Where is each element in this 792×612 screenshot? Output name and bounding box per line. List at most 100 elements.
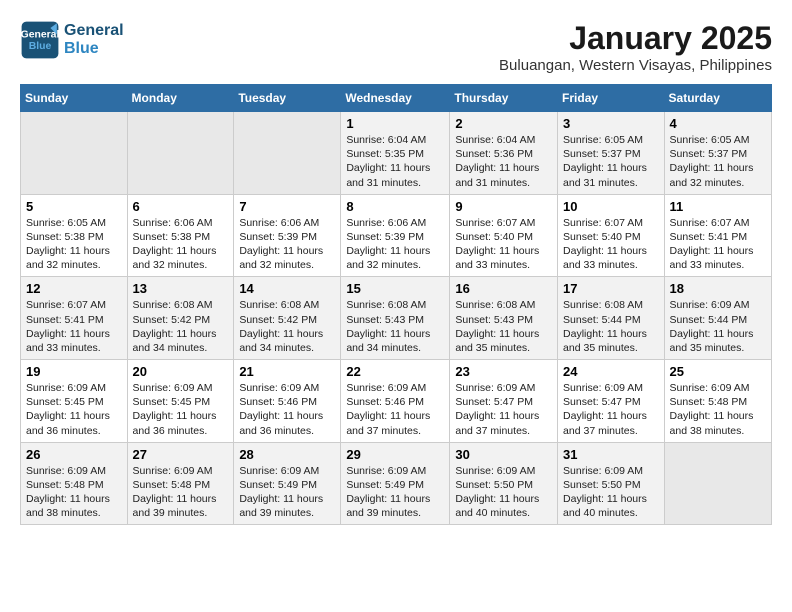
header-saturday: Saturday	[664, 85, 771, 112]
calendar-cell: 11Sunrise: 6:07 AMSunset: 5:41 PMDayligh…	[664, 194, 771, 277]
week-row-4: 19 Sunrise: 6:09 AMSunset: 5:45 PMDayligh…	[21, 360, 772, 443]
day-info: Sunrise: 6:09 AMSunset: 5:46 PMDaylight:…	[346, 381, 444, 438]
day-number: 26	[26, 447, 122, 462]
calendar-cell: 21 Sunrise: 6:09 AMSunset: 5:46 PMDayligh…	[234, 360, 341, 443]
day-number: 21	[239, 364, 335, 379]
calendar-cell: 12 Sunrise: 6:07 AMSunset: 5:41 PMDayligh…	[21, 277, 128, 360]
day-info: Sunrise: 6:09 AMSunset: 5:45 PMDaylight:…	[26, 381, 122, 438]
calendar-cell: 25 Sunrise: 6:09 AMSunset: 5:48 PMDayligh…	[664, 360, 771, 443]
calendar-cell: 27 Sunrise: 6:09 AMSunset: 5:48 PMDayligh…	[127, 442, 234, 525]
day-info: Sunrise: 6:09 AMSunset: 5:49 PMDaylight:…	[239, 464, 335, 521]
day-info: Sunrise: 6:09 AMSunset: 5:46 PMDaylight:…	[239, 381, 335, 438]
day-info: Sunrise: 6:09 AMSunset: 5:48 PMDaylight:…	[26, 464, 122, 521]
day-number: 1	[346, 116, 444, 131]
day-number: 4	[670, 116, 766, 131]
day-number: 25	[670, 364, 766, 379]
calendar-cell: 8Sunrise: 6:06 AMSunset: 5:39 PMDaylight…	[341, 194, 450, 277]
day-info: Sunrise: 6:09 AMSunset: 5:47 PMDaylight:…	[563, 381, 659, 438]
day-info: Sunrise: 6:09 AMSunset: 5:50 PMDaylight:…	[563, 464, 659, 521]
day-info: Sunrise: 6:05 AMSunset: 5:38 PMDaylight:…	[26, 216, 122, 273]
page-header: General Blue General Blue January 2025 B…	[20, 20, 772, 74]
week-row-1: 1 Sunrise: 6:04 AMSunset: 5:35 PMDaylight…	[21, 112, 772, 195]
day-number: 29	[346, 447, 444, 462]
day-number: 5	[26, 199, 122, 214]
day-info: Sunrise: 6:08 AMSunset: 5:42 PMDaylight:…	[239, 298, 335, 355]
calendar-header-row: SundayMondayTuesdayWednesdayThursdayFrid…	[21, 85, 772, 112]
day-info: Sunrise: 6:08 AMSunset: 5:43 PMDaylight:…	[346, 298, 444, 355]
day-info: Sunrise: 6:07 AMSunset: 5:41 PMDaylight:…	[26, 298, 122, 355]
header-sunday: Sunday	[21, 85, 128, 112]
svg-text:Blue: Blue	[29, 41, 52, 52]
day-info: Sunrise: 6:05 AMSunset: 5:37 PMDaylight:…	[563, 133, 659, 190]
calendar-cell	[21, 112, 128, 195]
header-monday: Monday	[127, 85, 234, 112]
week-row-3: 12 Sunrise: 6:07 AMSunset: 5:41 PMDayligh…	[21, 277, 772, 360]
calendar-cell: 17 Sunrise: 6:08 AMSunset: 5:44 PMDayligh…	[558, 277, 665, 360]
day-info: Sunrise: 6:05 AMSunset: 5:37 PMDaylight:…	[670, 133, 766, 190]
day-info: Sunrise: 6:09 AMSunset: 5:44 PMDaylight:…	[670, 298, 766, 355]
header-tuesday: Tuesday	[234, 85, 341, 112]
day-number: 27	[133, 447, 229, 462]
day-number: 23	[455, 364, 552, 379]
day-number: 14	[239, 281, 335, 296]
day-number: 16	[455, 281, 552, 296]
day-info: Sunrise: 6:09 AMSunset: 5:48 PMDaylight:…	[670, 381, 766, 438]
day-number: 2	[455, 116, 552, 131]
header-thursday: Thursday	[450, 85, 558, 112]
day-number: 28	[239, 447, 335, 462]
day-info: Sunrise: 6:06 AMSunset: 5:38 PMDaylight:…	[133, 216, 229, 273]
calendar-cell: 7 Sunrise: 6:06 AMSunset: 5:39 PMDaylight…	[234, 194, 341, 277]
page-subtitle: Buluangan, Western Visayas, Philippines	[499, 57, 772, 74]
calendar-cell: 15 Sunrise: 6:08 AMSunset: 5:43 PMDayligh…	[341, 277, 450, 360]
calendar-cell: 22Sunrise: 6:09 AMSunset: 5:46 PMDayligh…	[341, 360, 450, 443]
day-info: Sunrise: 6:06 AMSunset: 5:39 PMDaylight:…	[239, 216, 335, 273]
calendar-cell: 18 Sunrise: 6:09 AMSunset: 5:44 PMDayligh…	[664, 277, 771, 360]
calendar-cell	[234, 112, 341, 195]
calendar-cell: 31Sunrise: 6:09 AMSunset: 5:50 PMDayligh…	[558, 442, 665, 525]
logo: General Blue General Blue	[20, 20, 124, 60]
calendar-cell: 29 Sunrise: 6:09 AMSunset: 5:49 PMDayligh…	[341, 442, 450, 525]
day-number: 18	[670, 281, 766, 296]
day-number: 7	[239, 199, 335, 214]
day-info: Sunrise: 6:04 AMSunset: 5:36 PMDaylight:…	[455, 133, 552, 190]
day-info: Sunrise: 6:08 AMSunset: 5:43 PMDaylight:…	[455, 298, 552, 355]
calendar-cell: 4 Sunrise: 6:05 AMSunset: 5:37 PMDaylight…	[664, 112, 771, 195]
logo-line2: Blue	[64, 40, 124, 58]
logo-line1: General	[64, 22, 124, 40]
day-info: Sunrise: 6:07 AMSunset: 5:40 PMDaylight:…	[563, 216, 659, 273]
day-info: Sunrise: 6:09 AMSunset: 5:49 PMDaylight:…	[346, 464, 444, 521]
calendar-cell: 13Sunrise: 6:08 AMSunset: 5:42 PMDayligh…	[127, 277, 234, 360]
day-number: 20	[133, 364, 229, 379]
calendar-table: SundayMondayTuesdayWednesdayThursdayFrid…	[20, 84, 772, 525]
day-number: 19	[26, 364, 122, 379]
day-number: 8	[346, 199, 444, 214]
calendar-cell: 23 Sunrise: 6:09 AMSunset: 5:47 PMDayligh…	[450, 360, 558, 443]
calendar-cell: 1 Sunrise: 6:04 AMSunset: 5:35 PMDaylight…	[341, 112, 450, 195]
page-title: January 2025	[499, 20, 772, 57]
svg-text:General: General	[21, 30, 60, 41]
week-row-5: 26 Sunrise: 6:09 AMSunset: 5:48 PMDayligh…	[21, 442, 772, 525]
calendar-cell: 24 Sunrise: 6:09 AMSunset: 5:47 PMDayligh…	[558, 360, 665, 443]
day-number: 17	[563, 281, 659, 296]
day-info: Sunrise: 6:09 AMSunset: 5:48 PMDaylight:…	[133, 464, 229, 521]
day-number: 6	[133, 199, 229, 214]
logo-icon: General Blue	[20, 20, 60, 60]
calendar-cell: 3Sunrise: 6:05 AMSunset: 5:37 PMDaylight…	[558, 112, 665, 195]
calendar-cell: 5 Sunrise: 6:05 AMSunset: 5:38 PMDaylight…	[21, 194, 128, 277]
day-number: 11	[670, 199, 766, 214]
calendar-cell: 19 Sunrise: 6:09 AMSunset: 5:45 PMDayligh…	[21, 360, 128, 443]
day-info: Sunrise: 6:04 AMSunset: 5:35 PMDaylight:…	[346, 133, 444, 190]
day-number: 15	[346, 281, 444, 296]
calendar-cell	[127, 112, 234, 195]
calendar-cell: 28 Sunrise: 6:09 AMSunset: 5:49 PMDayligh…	[234, 442, 341, 525]
day-info: Sunrise: 6:08 AMSunset: 5:44 PMDaylight:…	[563, 298, 659, 355]
title-block: January 2025 Buluangan, Western Visayas,…	[499, 20, 772, 74]
day-info: Sunrise: 6:07 AMSunset: 5:40 PMDaylight:…	[455, 216, 552, 273]
calendar-cell: 10 Sunrise: 6:07 AMSunset: 5:40 PMDayligh…	[558, 194, 665, 277]
day-number: 12	[26, 281, 122, 296]
day-number: 24	[563, 364, 659, 379]
day-info: Sunrise: 6:09 AMSunset: 5:47 PMDaylight:…	[455, 381, 552, 438]
day-number: 10	[563, 199, 659, 214]
week-row-2: 5 Sunrise: 6:05 AMSunset: 5:38 PMDaylight…	[21, 194, 772, 277]
calendar-cell	[664, 442, 771, 525]
